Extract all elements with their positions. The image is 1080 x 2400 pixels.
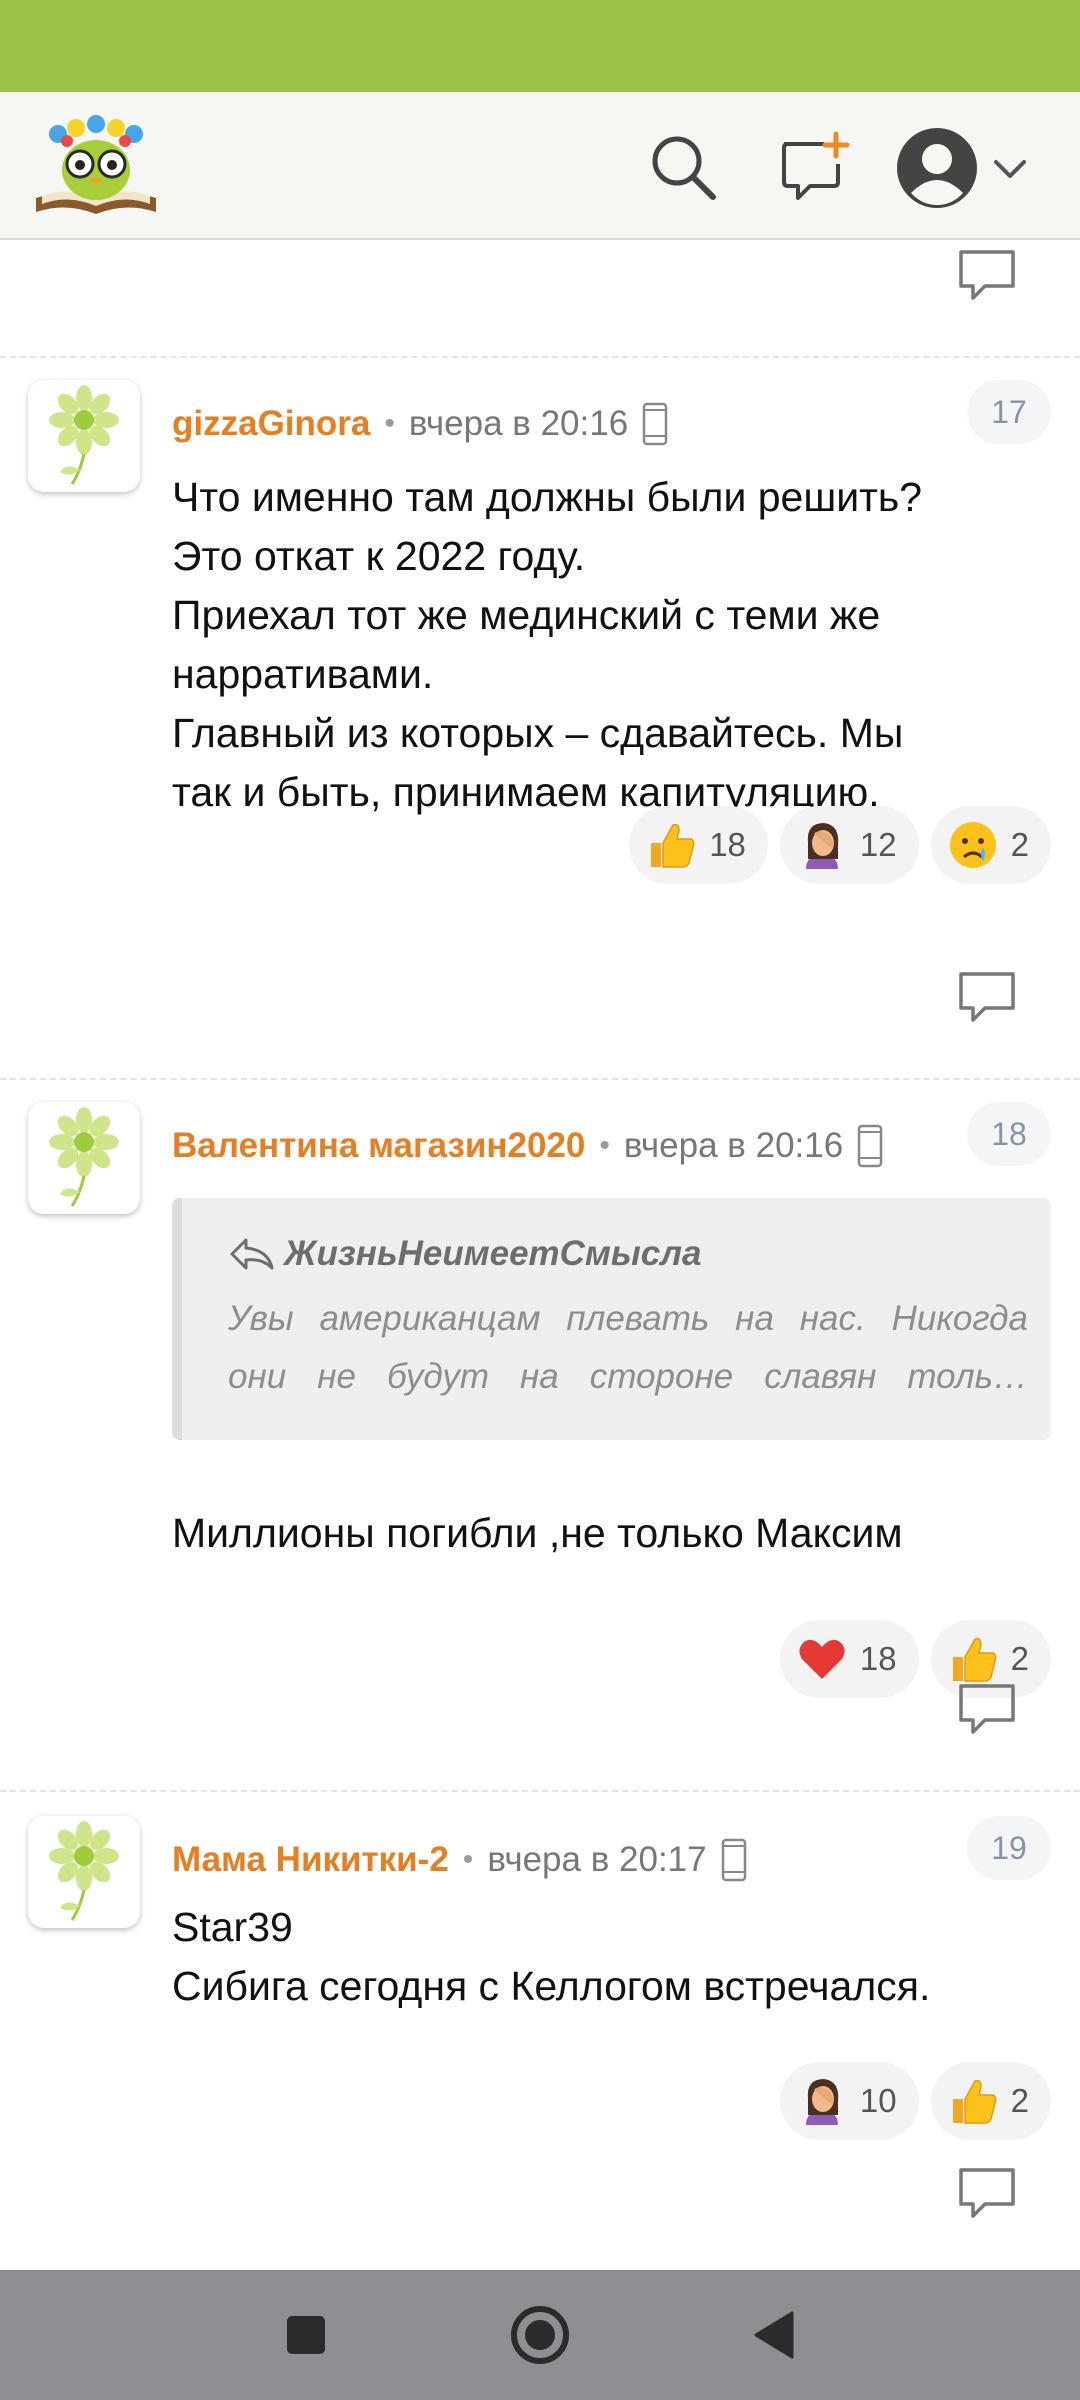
new-post-button[interactable] [768,122,858,212]
quote-line: Увы американцам плевать на нас. Никогда [228,1299,1028,1338]
mobile-phone-icon [857,1124,883,1168]
comment-time: вчера в 20:16 [623,1126,844,1165]
comment-item: Мама Никитки-2 • вчера в 20:17 19 Star39… [0,1816,1080,2236]
thumbs-up-icon [643,817,699,873]
comment-meta: gizzaGinora • вчера в 20:16 [172,394,668,454]
comments-feed[interactable]: gizzaGinora • вчера в 20:16 17 Что именн… [0,240,1080,2270]
flower-avatar-icon [49,1107,119,1207]
reaction-count: 2 [1010,826,1029,863]
owl-book-logo-icon[interactable] [32,108,160,220]
crying-face-icon [945,817,1001,873]
reactions-bar: 18 12 2 [629,806,1051,884]
square-recents-icon [287,2316,325,2354]
reaction-count: 2 [1010,2082,1029,2119]
profile-menu-button[interactable] [896,118,1046,218]
reply-icon[interactable] [955,2164,1019,2224]
reaction-count: 2 [1010,1640,1029,1677]
thumbs-up-icon [945,1631,1001,1687]
separator-dot: • [384,407,395,440]
comment-divider [0,1790,1080,1792]
author-name[interactable]: gizzaGinora [172,404,370,444]
reply-icon[interactable] [955,246,1019,306]
quoted-comment[interactable]: ЖизньНеимеетСмысла Увы американцам плева… [172,1198,1051,1440]
author-name[interactable]: Валентина магазин2020 [172,1126,585,1166]
comment-item: Валентина магазин2020 • вчера в 20:16 18… [0,1102,1080,1822]
comment-meta: Мама Никитки-2 • вчера в 20:17 [172,1830,747,1890]
avatar[interactable] [28,380,140,492]
avatar[interactable] [28,1102,140,1214]
reaction-red-heart[interactable]: 18 [779,1620,919,1698]
comment-time: вчера в 20:16 [408,404,629,443]
comment-number-badge[interactable]: 18 [967,1102,1051,1166]
red-heart-icon [794,1631,850,1687]
comment-text: Star39 Сибига сегодня с Келлогом встреча… [172,1898,930,2016]
reaction-facepalm[interactable]: 12 [779,806,919,884]
reaction-thumbs-up[interactable]: 18 [629,806,768,884]
comment-line: Star39 [172,1904,293,1950]
reply-arrow-icon [230,1238,274,1270]
reaction-crying-face[interactable]: 2 [930,806,1051,884]
quote-header: ЖизньНеимеетСмысла [228,1234,701,1274]
comment-line: Приехал тот же мединский с теми же [172,592,881,638]
comment-time: вчера в 20:17 [487,1840,707,1879]
chevron-down-icon [994,160,1026,178]
comment-line: Что именно там должны были решить? [172,474,923,520]
author-name[interactable]: Мама Никитки-2 [172,1840,449,1880]
search-icon [652,136,716,200]
quote-author: ЖизньНеимеетСмысла [284,1234,702,1273]
comment-number-badge[interactable]: 19 [967,1816,1051,1880]
reply-icon[interactable] [955,968,1019,1028]
status-bar [0,0,1080,92]
user-avatar-icon [897,128,977,208]
reaction-count: 18 [709,826,746,863]
app-header [0,92,1080,240]
comment-line: Главный из которых – сдавайтесь. Мы [172,710,904,756]
mobile-phone-icon [721,1838,746,1882]
reactions-bar: 10 2 [779,2062,1051,2140]
comment-line: Миллионы погибли ,не только Максим [172,1510,903,1556]
search-button[interactable] [638,122,728,212]
reaction-facepalm[interactable]: 10 [779,2062,919,2140]
thumbs-up-icon [945,2073,1001,2129]
new-post-icon [782,131,850,200]
reaction-count: 10 [859,2082,897,2119]
comment-divider [0,356,1080,358]
comment-line: Это откат к 2022 году. [172,533,586,579]
comment-number-badge[interactable]: 17 [967,380,1051,444]
flower-avatar-icon [49,385,119,485]
comment-line: Сибига сегодня с Келлогом встречался. [172,1963,931,2009]
back-button[interactable] [734,2295,814,2375]
system-navigation-bar [0,2270,1080,2400]
separator-dot: • [599,1129,610,1162]
comment-item: gizzaGinora • вчера в 20:16 17 Что именн… [0,380,1080,920]
reaction-count: 12 [859,826,897,863]
reaction-thumbs-up[interactable]: 2 [930,2062,1051,2140]
comment-line: нарративами. [172,651,434,697]
comment-text: Что именно там должны были решить? Это о… [172,468,922,822]
comment-text: Миллионы погибли ,не только Максим [172,1504,903,1563]
separator-dot: • [462,1843,474,1876]
facepalm-icon [794,817,850,873]
facepalm-icon [794,2073,850,2129]
triangle-back-icon [754,2311,794,2359]
quote-text: Увы американцам плевать на нас. Никогда … [228,1290,1028,1406]
recents-button[interactable] [266,2295,346,2375]
avatar[interactable] [28,1816,140,1928]
comment-divider [0,1078,1080,1080]
circle-home-icon [511,2306,569,2364]
flower-avatar-icon [49,1821,119,1921]
home-button[interactable] [500,2295,580,2375]
reaction-count: 18 [859,1640,897,1677]
comment-meta: Валентина магазин2020 • вчера в 20:16 [172,1116,883,1176]
reply-icon[interactable] [955,1680,1019,1740]
quote-line: они не будут на стороне славян толь… [228,1357,1028,1396]
mobile-phone-icon [642,402,668,446]
